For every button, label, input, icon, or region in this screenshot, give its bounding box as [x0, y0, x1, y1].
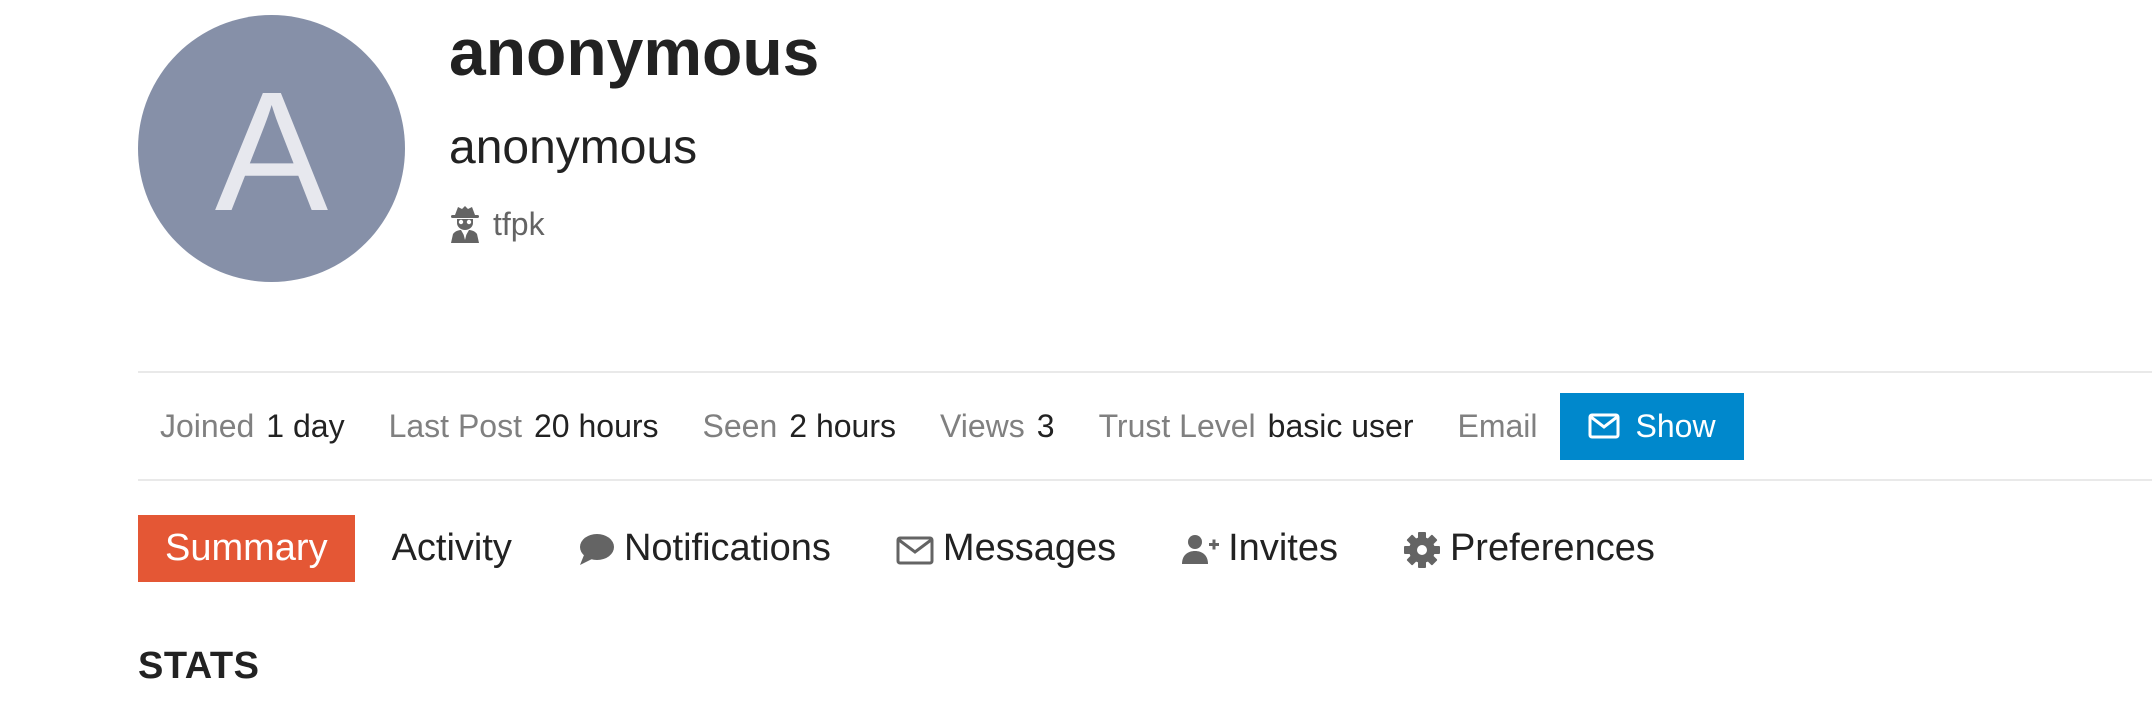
stat-trust-level-label: Trust Level [1098, 407, 1256, 444]
stat-views: Views 3 [940, 408, 1055, 445]
stat-last-post[interactable]: Last Post 20 hours [389, 408, 659, 445]
stat-views-value: 3 [1036, 407, 1055, 444]
tab-messages[interactable]: Messages [868, 515, 1143, 582]
group-name: tfpk [493, 205, 545, 242]
tab-activity[interactable]: Activity [365, 515, 539, 582]
tab-preferences-label: Preferences [1449, 527, 1655, 569]
user-nav-tabs: Summary Activity Notifications Messages [138, 515, 1692, 582]
envelope-icon [896, 536, 934, 564]
gear-icon [1403, 531, 1440, 568]
user-stats-bar: Joined 1 day Last Post 20 hours Seen 2 h… [138, 371, 2152, 481]
stat-seen-value: 2 hours [789, 407, 896, 444]
stat-seen: Seen 2 hours [703, 408, 896, 445]
stat-last-post-label: Last Post [388, 407, 522, 444]
stat-joined-label: Joined [160, 407, 255, 444]
show-email-button-label: Show [1635, 407, 1716, 444]
avatar-letter: A [214, 56, 329, 247]
stat-email: Email [1458, 408, 1550, 445]
tab-activity-label: Activity [391, 527, 512, 569]
stat-trust-level[interactable]: Trust Level basic user [1099, 408, 1414, 445]
primary-group[interactable]: tfpk [449, 200, 545, 248]
tab-summary[interactable]: Summary [138, 515, 355, 582]
stat-seen-label: Seen [702, 407, 778, 444]
envelope-icon [1588, 413, 1620, 439]
show-email-button[interactable]: Show [1559, 392, 1744, 460]
avatar[interactable]: A [138, 15, 405, 282]
tab-summary-label: Summary [165, 527, 328, 569]
tab-invites-label: Invites [1228, 527, 1338, 569]
tab-notifications[interactable]: Notifications [549, 515, 858, 582]
full-name: anonymous [449, 121, 698, 174]
user-profile-page: A anonymous anonymous tfpk Joined 1 day … [0, 0, 2152, 720]
tab-preferences[interactable]: Preferences [1375, 515, 1682, 582]
stat-email-label: Email [1457, 407, 1538, 444]
stat-joined-value: 1 day [266, 407, 345, 444]
stat-trust-level-value: basic user [1267, 407, 1414, 444]
stats-section-heading: STATS [138, 645, 260, 687]
stat-last-post-value: 20 hours [533, 407, 659, 444]
comment-icon [579, 533, 614, 565]
tab-notifications-label: Notifications [623, 527, 831, 569]
user-secret-icon [451, 206, 479, 243]
tab-invites[interactable]: Invites [1153, 515, 1365, 582]
stat-views-label: Views [939, 407, 1025, 444]
username: anonymous [449, 15, 820, 89]
stat-joined: Joined 1 day [160, 408, 345, 445]
user-plus-icon [1182, 534, 1220, 564]
tab-messages-label: Messages [942, 527, 1117, 569]
